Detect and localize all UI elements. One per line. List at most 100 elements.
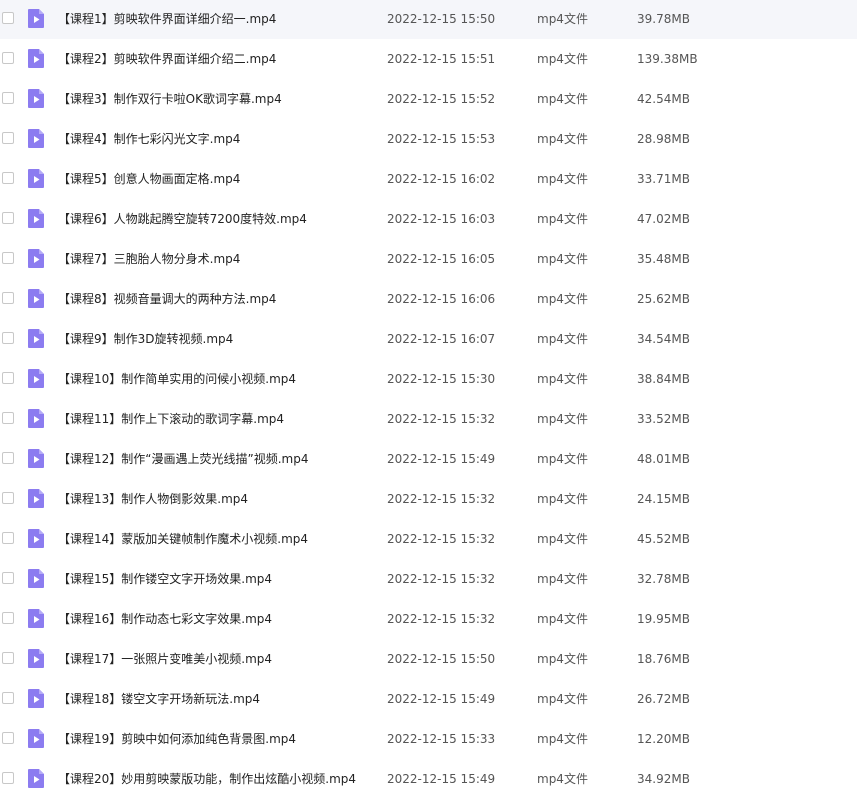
file-size: 24.15MB [637,492,690,506]
file-name[interactable]: 【课程14】蒙版加关键帧制作魔术小视频.mp4 [58,519,308,559]
row-checkbox[interactable] [2,412,14,424]
file-name[interactable]: 【课程17】一张照片变唯美小视频.mp4 [58,639,272,679]
row-checkbox[interactable] [2,172,14,184]
file-name[interactable]: 【课程2】剪映软件界面详细介绍二.mp4 [58,39,276,79]
file-name[interactable]: 【课程5】创意人物画面定格.mp4 [58,159,240,199]
file-name[interactable]: 【课程4】制作七彩闪光文字.mp4 [58,119,240,159]
row-checkbox[interactable] [2,532,14,544]
file-row[interactable]: 【课程4】制作七彩闪光文字.mp4 2022-12-15 15:53 mp4文件 28… [0,119,857,159]
row-checkbox[interactable] [2,772,14,784]
file-row[interactable]: 【课程19】剪映中如何添加纯色背景图.mp4 2022-12-15 15:33 mp… [0,719,857,759]
modified-date: 2022-12-15 16:03 [387,212,496,226]
file-row[interactable]: 【课程3】制作双行卡啦OK歌词字幕.mp4 2022-12-15 15:52 mp4… [0,79,857,119]
file-row[interactable]: 【课程14】蒙版加关键帧制作魔术小视频.mp4 2022-12-15 15:32 m… [0,519,857,559]
file-name[interactable]: 【课程11】制作上下滚动的歌词字幕.mp4 [58,399,284,439]
row-checkbox[interactable] [2,452,14,464]
file-row[interactable]: 【课程1】剪映软件界面详细介绍一.mp4 2022-12-15 15:50 mp4文… [0,0,857,39]
file-row[interactable]: 【课程12】制作“漫画遇上荧光线描”视频.mp4 2022-12-15 15:49… [0,439,857,479]
file-name[interactable]: 【课程9】制作3D旋转视频.mp4 [58,319,233,359]
file-size: 32.78MB [637,572,690,586]
modified-date: 2022-12-15 15:49 [387,692,496,706]
file-type: mp4文件 [537,492,588,506]
file-row[interactable]: 【课程7】三胞胎人物分身术.mp4 2022-12-15 16:05 mp4文件 35… [0,239,857,279]
file-type: mp4文件 [537,732,588,746]
row-checkbox[interactable] [2,252,14,264]
file-type: mp4文件 [537,412,588,426]
file-row[interactable]: 【课程2】剪映软件界面详细介绍二.mp4 2022-12-15 15:51 mp4文… [0,39,857,79]
modified-date: 2022-12-15 15:30 [387,372,496,386]
video-file-icon [28,689,44,708]
file-name[interactable]: 【课程19】剪映中如何添加纯色背景图.mp4 [58,719,296,759]
row-checkbox[interactable] [2,372,14,384]
file-row[interactable]: 【课程17】一张照片变唯美小视频.mp4 2022-12-15 15:50 mp4文… [0,639,857,679]
file-name[interactable]: 【课程12】制作“漫画遇上荧光线描”视频.mp4 [58,439,308,479]
row-checkbox[interactable] [2,732,14,744]
file-name[interactable]: 【课程16】制作动态七彩文字效果.mp4 [58,599,272,639]
video-file-icon [28,169,44,188]
file-name[interactable]: 【课程15】制作镂空文字开场效果.mp4 [58,559,272,599]
row-checkbox[interactable] [2,132,14,144]
file-row[interactable]: 【课程18】镂空文字开场新玩法.mp4 2022-12-15 15:49 mp4文件… [0,679,857,719]
file-type: mp4文件 [537,572,588,586]
video-file-icon [28,769,44,788]
file-row[interactable]: 【课程6】人物跳起腾空旋转7200度特效.mp4 2022-12-15 16:03… [0,199,857,239]
row-checkbox[interactable] [2,12,14,24]
file-row[interactable]: 【课程20】妙用剪映蒙版功能，制作出炫酷小视频.mp4 2022-12-15 15… [0,759,857,799]
row-checkbox[interactable] [2,612,14,624]
file-name[interactable]: 【课程7】三胞胎人物分身术.mp4 [58,239,240,279]
row-checkbox[interactable] [2,652,14,664]
file-size: 18.76MB [637,652,690,666]
file-size: 35.48MB [637,252,690,266]
modified-date: 2022-12-15 15:33 [387,732,496,746]
file-row[interactable]: 【课程9】制作3D旋转视频.mp4 2022-12-15 16:07 mp4文件 34… [0,319,857,359]
row-checkbox[interactable] [2,52,14,64]
file-name[interactable]: 【课程20】妙用剪映蒙版功能，制作出炫酷小视频.mp4 [58,759,356,799]
file-name[interactable]: 【课程3】制作双行卡啦OK歌词字幕.mp4 [58,79,282,119]
modified-date: 2022-12-15 15:52 [387,92,496,106]
file-size: 33.52MB [637,412,690,426]
file-name[interactable]: 【课程18】镂空文字开场新玩法.mp4 [58,679,260,719]
file-type: mp4文件 [537,452,588,466]
file-row[interactable]: 【课程5】创意人物画面定格.mp4 2022-12-15 16:02 mp4文件 33… [0,159,857,199]
file-size: 139.38MB [637,52,698,66]
file-name[interactable]: 【课程6】人物跳起腾空旋转7200度特效.mp4 [58,199,307,239]
file-type: mp4文件 [537,172,588,186]
file-name[interactable]: 【课程1】剪映软件界面详细介绍一.mp4 [58,0,276,39]
row-checkbox[interactable] [2,332,14,344]
video-file-icon [28,209,44,228]
file-size: 33.71MB [637,172,690,186]
file-type: mp4文件 [537,612,588,626]
file-type: mp4文件 [537,212,588,226]
row-checkbox[interactable] [2,492,14,504]
file-name[interactable]: 【课程10】制作简单实用的问候小视频.mp4 [58,359,296,399]
file-row[interactable]: 【课程10】制作简单实用的问候小视频.mp4 2022-12-15 15:30 mp… [0,359,857,399]
file-row[interactable]: 【课程11】制作上下滚动的歌词字幕.mp4 2022-12-15 15:32 mp4… [0,399,857,439]
file-type: mp4文件 [537,292,588,306]
file-row[interactable]: 【课程13】制作人物倒影效果.mp4 2022-12-15 15:32 mp4文件 2… [0,479,857,519]
modified-date: 2022-12-15 15:53 [387,132,496,146]
modified-date: 2022-12-15 15:50 [387,12,496,26]
row-checkbox[interactable] [2,572,14,584]
file-size: 42.54MB [637,92,690,106]
file-name[interactable]: 【课程8】视频音量调大的两种方法.mp4 [58,279,276,319]
modified-date: 2022-12-15 16:06 [387,292,496,306]
row-checkbox[interactable] [2,92,14,104]
modified-date: 2022-12-15 16:07 [387,332,496,346]
video-file-icon [28,249,44,268]
file-row[interactable]: 【课程16】制作动态七彩文字效果.mp4 2022-12-15 15:32 mp4文… [0,599,857,639]
file-size: 12.20MB [637,732,690,746]
video-file-icon [28,409,44,428]
row-checkbox[interactable] [2,292,14,304]
video-file-icon [28,329,44,348]
file-type: mp4文件 [537,772,588,786]
file-row[interactable]: 【课程8】视频音量调大的两种方法.mp4 2022-12-15 16:06 mp4文… [0,279,857,319]
video-file-icon [28,9,44,28]
modified-date: 2022-12-15 16:02 [387,172,496,186]
row-checkbox[interactable] [2,212,14,224]
row-checkbox[interactable] [2,692,14,704]
file-name[interactable]: 【课程13】制作人物倒影效果.mp4 [58,479,248,519]
file-size: 34.54MB [637,332,690,346]
modified-date: 2022-12-15 15:32 [387,412,496,426]
file-row[interactable]: 【课程15】制作镂空文字开场效果.mp4 2022-12-15 15:32 mp4文… [0,559,857,599]
video-file-icon [28,489,44,508]
